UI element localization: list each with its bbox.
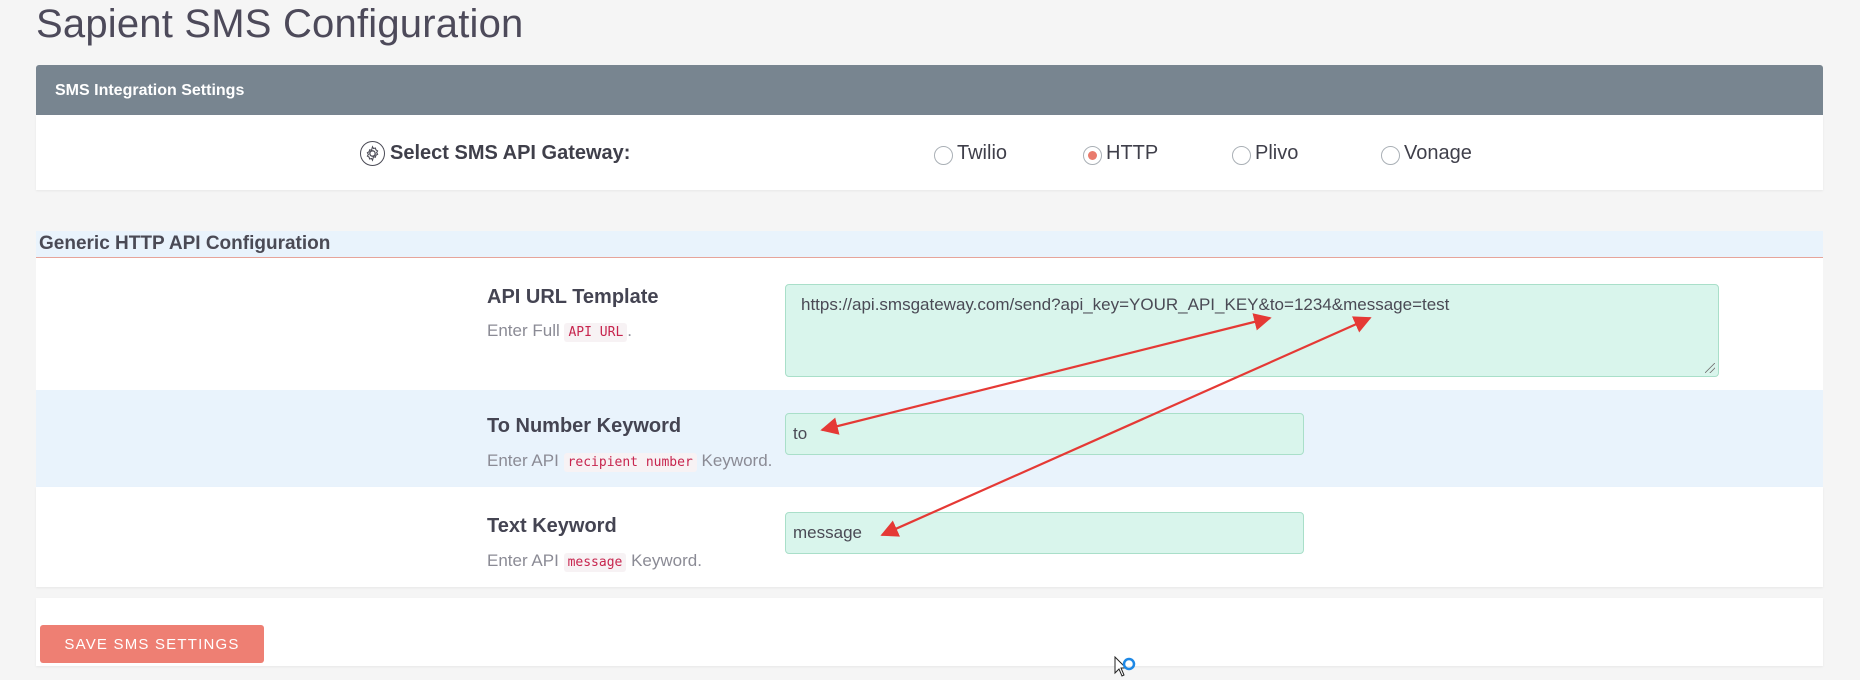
radio-http-dot[interactable]	[1083, 145, 1102, 165]
gateway-label-text: Select SMS API Gateway:	[390, 142, 631, 164]
help-text: Enter Full	[487, 321, 560, 340]
radio-twilio-label: Twilio	[957, 142, 1008, 164]
to-number-input[interactable]: to	[785, 413, 1304, 455]
mouse-cursor-icon	[1114, 656, 1136, 677]
resize-grip-icon[interactable]	[1705, 363, 1715, 373]
form-row-to-number: To Number Keyword Enter API recipient nu…	[36, 390, 1823, 487]
api-url-value: https://api.smsgateway.com/send?api_key=…	[801, 295, 1450, 314]
field-label-api-url: API URL Template	[487, 286, 659, 308]
help-code: recipient number	[563, 453, 697, 472]
page-title: Sapient SMS Configuration	[36, 2, 524, 46]
radio-vonage[interactable]: Vonage	[1381, 142, 1472, 165]
help-code: message	[563, 553, 627, 572]
gear-icon	[360, 141, 385, 166]
footer-panel: SAVE SMS SETTINGS	[36, 598, 1823, 666]
form-row-api-url: API URL Template Enter Full API URL. htt…	[36, 258, 1823, 390]
form-row-text-keyword: Text Keyword Enter API message Keyword. …	[36, 487, 1823, 587]
help-text: Enter API	[487, 551, 559, 570]
help-text-suffix: .	[627, 321, 633, 340]
radio-twilio-dot[interactable]	[934, 145, 953, 165]
field-label-text-keyword: Text Keyword	[487, 515, 617, 537]
help-text-suffix: Keyword.	[701, 451, 773, 470]
text-keyword-input[interactable]: message	[785, 512, 1304, 554]
help-text: Enter API	[487, 451, 559, 470]
radio-http[interactable]: HTTP	[1083, 142, 1158, 165]
radio-http-label: HTTP	[1106, 142, 1159, 164]
field-help-to-number: Enter API recipient number Keyword.	[487, 451, 773, 472]
save-sms-settings-button[interactable]: SAVE SMS SETTINGS	[40, 625, 264, 663]
radio-twilio[interactable]: Twilio	[934, 142, 1007, 165]
help-text-suffix: Keyword.	[631, 551, 702, 570]
api-url-textarea[interactable]: https://api.smsgateway.com/send?api_key=…	[785, 284, 1719, 377]
field-help-text-keyword: Enter API message Keyword.	[487, 551, 702, 572]
field-label-to-number: To Number Keyword	[487, 415, 682, 437]
radio-vonage-label: Vonage	[1404, 142, 1472, 164]
gateway-selector-row: Select SMS API Gateway: Twilio HTTP Pliv…	[36, 115, 1823, 190]
field-help-api-url: Enter Full API URL.	[487, 321, 633, 342]
radio-plivo[interactable]: Plivo	[1232, 142, 1298, 165]
section-heading: Generic HTTP API Configuration	[36, 231, 1823, 258]
radio-vonage-dot[interactable]	[1381, 145, 1400, 165]
panel-header: SMS Integration Settings	[36, 65, 1823, 115]
radio-plivo-dot[interactable]	[1232, 145, 1251, 165]
radio-plivo-label: Plivo	[1255, 142, 1299, 164]
help-code: API URL	[564, 323, 628, 342]
gateway-label: Select SMS API Gateway:	[360, 141, 630, 166]
